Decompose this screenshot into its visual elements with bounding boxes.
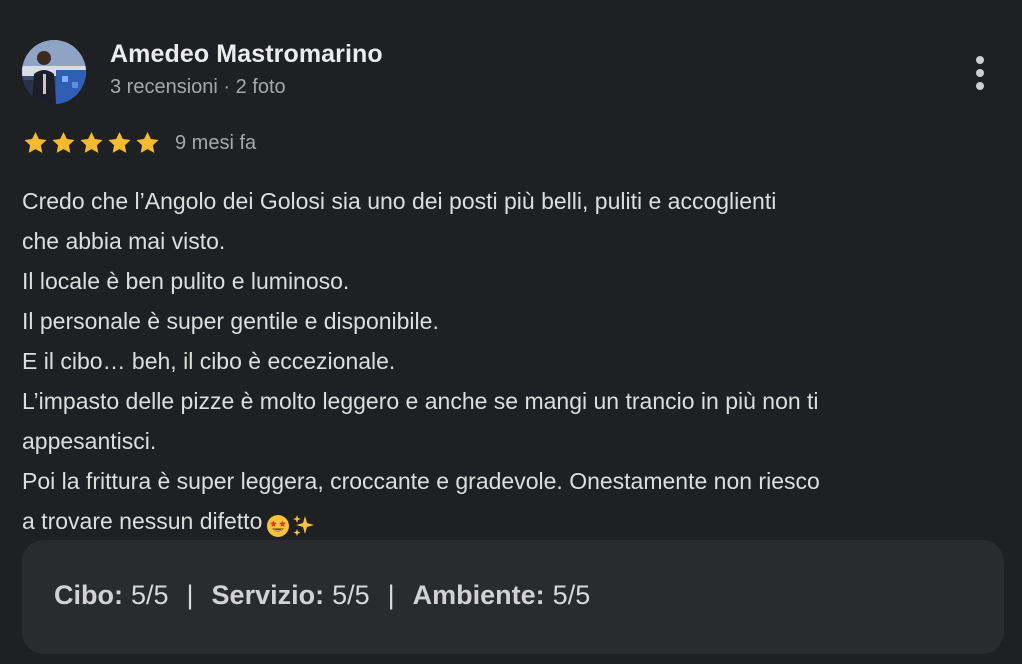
rating-separator: | xyxy=(387,580,395,610)
more-options-button[interactable] xyxy=(962,50,998,94)
review-text: Credo che l’Angolo dei Golosi sia uno de… xyxy=(22,181,1007,541)
review-line-text: a trovare nessun difetto xyxy=(22,508,263,534)
star-icon xyxy=(50,130,77,156)
sub-rating-label: Servizio: xyxy=(211,580,325,610)
sub-rating-servizio: Servizio: 5/5 xyxy=(212,580,370,611)
review-line-text: Poi la frittura è super leggera, croccan… xyxy=(22,468,820,494)
star-struck-emoji xyxy=(266,504,290,544)
sub-rating-label: Cibo: xyxy=(54,580,123,610)
rating-separator: | xyxy=(186,580,194,610)
sub-ratings-panel: Cibo: 5/5 | Servizio: 5/5 | Ambiente: 5/5 xyxy=(22,540,1004,654)
avatar-photo xyxy=(22,40,86,104)
review-line: L’impasto delle pizze è molto leggero e … xyxy=(22,381,1007,421)
review-line: Il locale è ben pulito e luminoso. xyxy=(22,261,1007,301)
sub-rating-ambiente: Ambiente: 5/5 xyxy=(413,580,591,611)
star-icon xyxy=(78,130,105,156)
sub-rating-label: Ambiente: xyxy=(412,580,545,610)
sub-rating-value: 5/5 xyxy=(552,580,591,610)
sub-rating-value: 5/5 xyxy=(332,580,370,610)
sub-rating-cibo: Cibo: 5/5 xyxy=(54,580,169,611)
review-line-text: Credo che l’Angolo dei Golosi sia uno de… xyxy=(22,188,777,214)
reviewer-name[interactable]: Amedeo Mastromarino xyxy=(110,40,383,69)
review-line: E il cibo… beh, il cibo è eccezionale. xyxy=(22,341,1007,381)
sparkles-emoji xyxy=(291,504,315,544)
review-line: Credo che l’Angolo dei Golosi sia uno de… xyxy=(22,181,1007,221)
review-line-text: appesantisci. xyxy=(22,428,157,454)
avatar[interactable] xyxy=(22,40,86,104)
review-line-text: Il locale è ben pulito e luminoso. xyxy=(22,268,350,294)
reviewer-meta: 3 recensioni · 2 foto xyxy=(110,76,286,98)
review-line: che abbia mai visto. xyxy=(22,221,1007,261)
sub-ratings: Cibo: 5/5 | Servizio: 5/5 | Ambiente: 5/5 xyxy=(54,580,590,611)
review-line-text: che abbia mai visto. xyxy=(22,228,226,254)
star-icon xyxy=(22,130,49,156)
review-line-text: E il cibo… beh, il cibo è eccezionale. xyxy=(22,348,396,374)
review-line: Il personale è super gentile e disponibi… xyxy=(22,301,1007,341)
review-date: 9 mesi fa xyxy=(175,131,257,154)
review-line: appesantisci. xyxy=(22,421,1007,461)
star-icon xyxy=(134,130,161,156)
star-rating xyxy=(22,130,161,156)
review-card: Amedeo Mastromarino 3 recensioni · 2 fot… xyxy=(0,0,1022,664)
star-icon xyxy=(106,130,133,156)
review-line: a trovare nessun difetto xyxy=(22,501,1007,541)
review-line-text: L’impasto delle pizze è molto leggero e … xyxy=(22,388,819,414)
review-line: Poi la frittura è super leggera, croccan… xyxy=(22,461,1007,501)
sub-rating-value: 5/5 xyxy=(130,580,169,610)
rating-row: 9 mesi fa xyxy=(22,128,256,158)
review-line-text: Il personale è super gentile e disponibi… xyxy=(22,308,439,334)
